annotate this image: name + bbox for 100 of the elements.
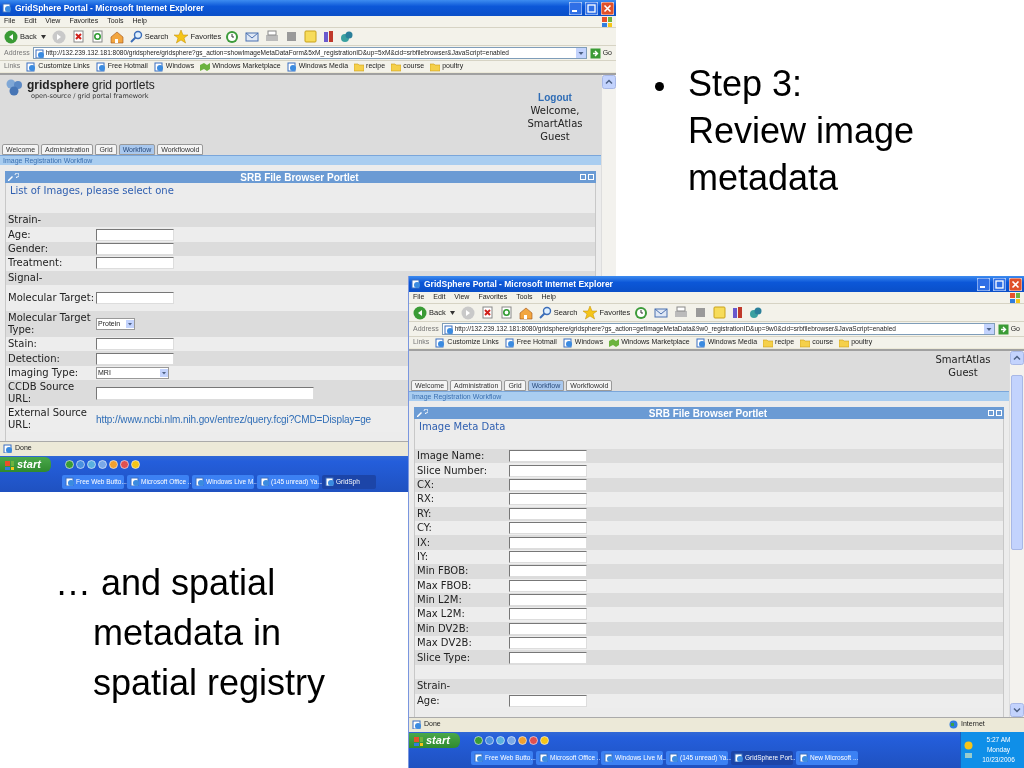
page-icon [34,48,44,58]
field-label: Treatment: [8,257,64,270]
window-title: GridSphere Portal - Microsoft Internet Explorer [15,1,205,15]
stop-icon[interactable] [71,29,85,44]
globe-icon [949,719,958,729]
minimize-icon[interactable] [977,277,990,291]
history-icon[interactable] [225,29,240,44]
input-field[interactable] [509,694,587,707]
bullet-icon [655,82,664,91]
square-icon[interactable] [694,305,708,320]
welcome-text: Guest [948,366,978,379]
input-field[interactable] [509,493,587,506]
logo-title: gridsphere [27,79,89,92]
printer-icon[interactable] [674,305,689,320]
input-field[interactable] [509,536,587,549]
refresh-icon[interactable] [499,305,513,320]
leaf-icon [200,61,211,72]
field-label: Imaging Type: [8,366,80,379]
star-icon [583,305,598,320]
input-field[interactable] [96,352,174,365]
logo-text: grid portlets [92,79,155,92]
books-icon[interactable] [323,29,335,44]
field-label: Molecular Target Type: [8,311,92,336]
close-icon[interactable] [601,1,614,15]
pencil-icon[interactable] [7,173,19,181]
maximize-icon[interactable] [585,1,598,15]
welcome-text: Welcome, [530,104,580,117]
input-field[interactable] [509,608,587,621]
welcome-text: SmartAtlas [935,353,991,366]
field-label: IX: [417,536,432,549]
page-icon [504,337,515,348]
search-icon [538,306,552,319]
start-button[interactable]: start [409,733,460,748]
input-field[interactable] [509,594,587,607]
input-field[interactable] [96,228,174,241]
input-field[interactable] [509,637,587,650]
field-label: Molecular Target: [8,291,95,304]
bubbles-icon [6,79,24,96]
input-field[interactable] [509,622,587,635]
window-buttons-icon[interactable] [988,410,1002,416]
page-icon [604,753,613,762]
input-field[interactable] [96,338,174,351]
field-label: Age: [417,694,441,707]
input-field[interactable] [509,522,587,535]
maximize-icon[interactable] [993,277,1006,291]
url-link[interactable]: http://www.ncbi.nlm.nih.gov/entrez/query.fcgi?CMD=Display=ge [96,411,372,427]
printer-icon[interactable] [265,29,280,44]
input-field[interactable] [509,565,587,578]
field-label: Min FBOB: [417,565,470,578]
input-field[interactable] [509,450,587,463]
home-icon[interactable] [518,305,533,320]
history-icon[interactable] [634,305,649,320]
input-field[interactable] [509,507,587,520]
input-field[interactable] [509,478,587,491]
section-heading: List of Images, please select one [9,184,175,198]
field-label: CCDB Source URL: [8,381,76,406]
field-label: Slice Number: [417,464,489,477]
field-label: Min L2M: [417,594,463,607]
dropdown-arrow-icon [126,319,134,328]
field-label: Gender: [8,242,50,255]
input-field[interactable] [96,242,174,255]
portlet-title: SRB File Browser Portlet [239,170,360,185]
go-arrow-icon [997,323,1009,335]
field-label: IY: [417,550,430,563]
field-label: Age: [8,228,32,241]
logout-link[interactable]: Logout [538,92,572,104]
refresh-icon[interactable] [90,29,104,44]
mail-icon[interactable] [654,305,669,320]
field-label: Max DV2B: [417,637,473,650]
field-label: Slice Type: [417,651,472,664]
field-label: RY: [417,507,433,520]
input-field[interactable] [96,291,174,304]
windows-flag-icon [4,459,14,470]
page-icon [799,753,808,762]
input-field[interactable] [509,464,587,477]
scrollbar-thumb[interactable] [1011,375,1023,550]
start-button[interactable]: start [0,457,51,472]
input-field[interactable] [509,579,587,592]
page-icon [260,477,269,486]
input-field[interactable] [509,651,587,664]
input-field[interactable] [96,257,174,270]
field-label: Strain- [8,214,43,227]
dropdown-arrow-icon [160,368,168,377]
input-field[interactable] [96,386,314,400]
go-arrow-icon [589,47,601,59]
books-icon[interactable] [732,305,744,320]
close-icon[interactable] [1009,277,1022,291]
home-icon[interactable] [109,29,124,44]
field-label: Max L2M: [417,608,466,621]
portlet-title: SRB File Browser Portlet [647,406,769,421]
window-buttons-icon[interactable] [580,174,594,180]
minimize-icon[interactable] [569,1,582,15]
input-field[interactable] [509,550,587,563]
slide-text: … and spatial metadata in spatial registry [55,561,327,705]
mail-icon[interactable] [245,29,260,44]
stop-icon[interactable] [480,305,494,320]
square-icon[interactable] [285,29,299,44]
dropdown-caret-icon[interactable] [40,34,46,39]
pencil-icon[interactable] [416,409,428,417]
page-icon [65,477,74,486]
